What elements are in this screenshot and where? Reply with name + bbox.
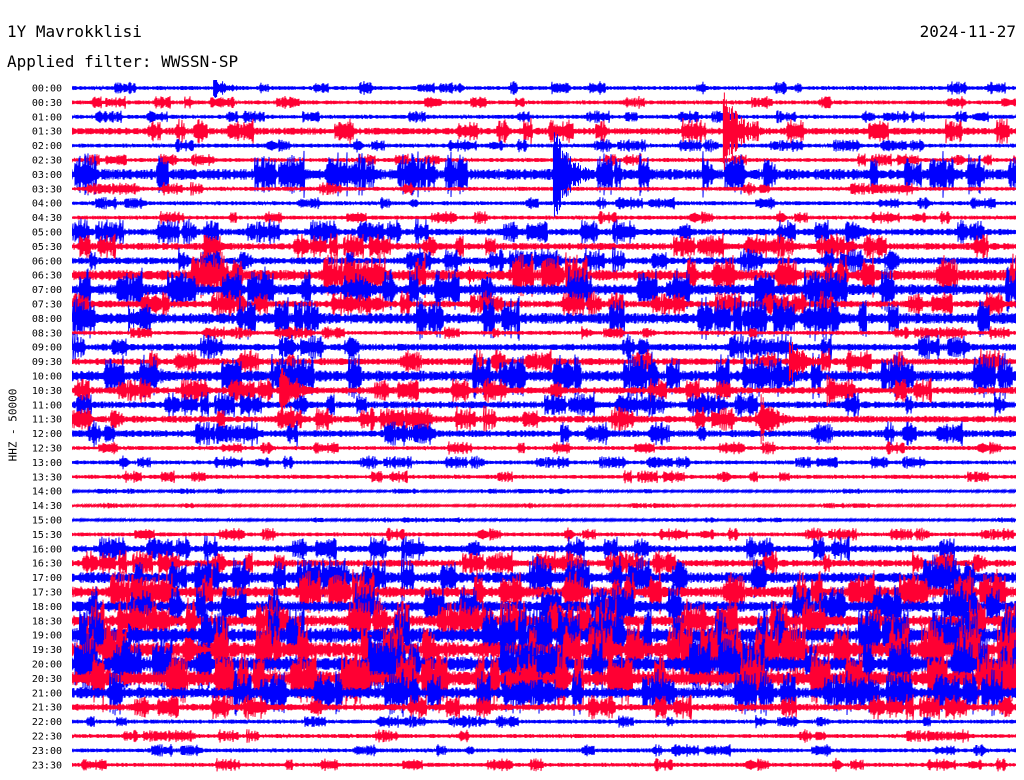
helicorder-plot: 00:00 00:30 01:00 01:30 02:00 02:30 03:00 03:30… (32, 80, 1016, 772)
time-tick-label: 10:00 (32, 372, 62, 383)
time-tick-label: 02:30 (32, 156, 62, 167)
trace-row-0430 (72, 210, 1016, 225)
time-tick-label: 23:30 (32, 760, 62, 771)
trace-row-1200 (72, 420, 1016, 448)
time-tick-label: 00:30 (32, 98, 62, 109)
seismic-event (213, 80, 274, 98)
trace-row-1400 (72, 488, 1016, 495)
time-tick-label: 06:00 (32, 256, 62, 267)
trace-row-1100 (72, 391, 1016, 419)
time-tick-label: 09:00 (32, 343, 62, 354)
trace-row-0030 (72, 95, 1016, 109)
time-tick-label: 20:00 (32, 660, 62, 671)
time-tick-label: 22:30 (32, 732, 62, 743)
time-tick-label: 22:00 (32, 717, 62, 728)
time-tick-label: 16:00 (32, 544, 62, 555)
time-tick-label: 19:30 (32, 645, 62, 656)
time-tick-label: 18:00 (32, 602, 62, 613)
trace-row-1530 (72, 527, 1016, 542)
time-tick-label: 04:30 (32, 213, 62, 224)
trace-row-0100 (72, 110, 1016, 124)
seismic-event (401, 425, 462, 442)
trace-row-1300 (72, 455, 1016, 470)
seismic-event (845, 221, 906, 243)
time-tick-label: 11:00 (32, 400, 62, 411)
time-tick-label: 15:00 (32, 516, 62, 527)
trace-row-1500 (72, 516, 1016, 523)
time-tick-label: 14:30 (32, 501, 62, 512)
time-tick-label: 18:30 (32, 616, 62, 627)
time-tick-label: 04:00 (32, 199, 62, 210)
time-tick-label: 03:00 (32, 170, 62, 181)
trace-row-1330 (72, 470, 1016, 484)
time-tick-label: 05:30 (32, 242, 62, 253)
time-tick-label: 06:30 (32, 271, 62, 282)
trace-row-0400 (72, 196, 1016, 210)
time-tick-label: 12:30 (32, 444, 62, 455)
trace-row-2330 (72, 757, 1016, 772)
time-tick-label: 07:00 (32, 285, 62, 296)
trace-row-1430 (72, 502, 1016, 509)
time-tick-label: 10:30 (32, 386, 62, 397)
time-tick-label: 16:30 (32, 559, 62, 570)
time-tick-label: 20:30 (32, 674, 62, 685)
time-tick-label: 09:30 (32, 357, 62, 368)
time-tick-label: 14:00 (32, 487, 62, 498)
time-tick-label: 17:00 (32, 573, 62, 584)
time-tick-label: 17:30 (32, 588, 62, 599)
time-tick-label: 19:00 (32, 631, 62, 642)
time-tick-label: 12:00 (32, 429, 62, 440)
time-tick-label: 21:30 (32, 703, 62, 714)
time-tick-label: 13:00 (32, 458, 62, 469)
time-tick-label: 03:30 (32, 184, 62, 195)
trace-row-0130 (72, 117, 1016, 145)
time-tick-label: 21:00 (32, 688, 62, 699)
time-tick-label: 08:30 (32, 328, 62, 339)
time-tick-label: 07:30 (32, 300, 62, 311)
time-tick-label: 01:00 (32, 112, 62, 123)
time-tick-label: 02:00 (32, 141, 62, 152)
trace-row-2230 (72, 729, 1016, 743)
time-tick-label: 15:30 (32, 530, 62, 541)
time-tick-label: 11:30 (32, 415, 62, 426)
trace-row-2300 (72, 744, 1016, 757)
time-tick-label: 23:00 (32, 746, 62, 757)
trace-row-0200 (72, 138, 1016, 153)
time-tick-label: 08:00 (32, 314, 62, 325)
time-tick-label: 00:00 (32, 84, 62, 95)
time-tick-label: 13:30 (32, 472, 62, 483)
time-tick-label: 01:30 (32, 127, 62, 138)
time-tick-label: 05:00 (32, 228, 62, 239)
